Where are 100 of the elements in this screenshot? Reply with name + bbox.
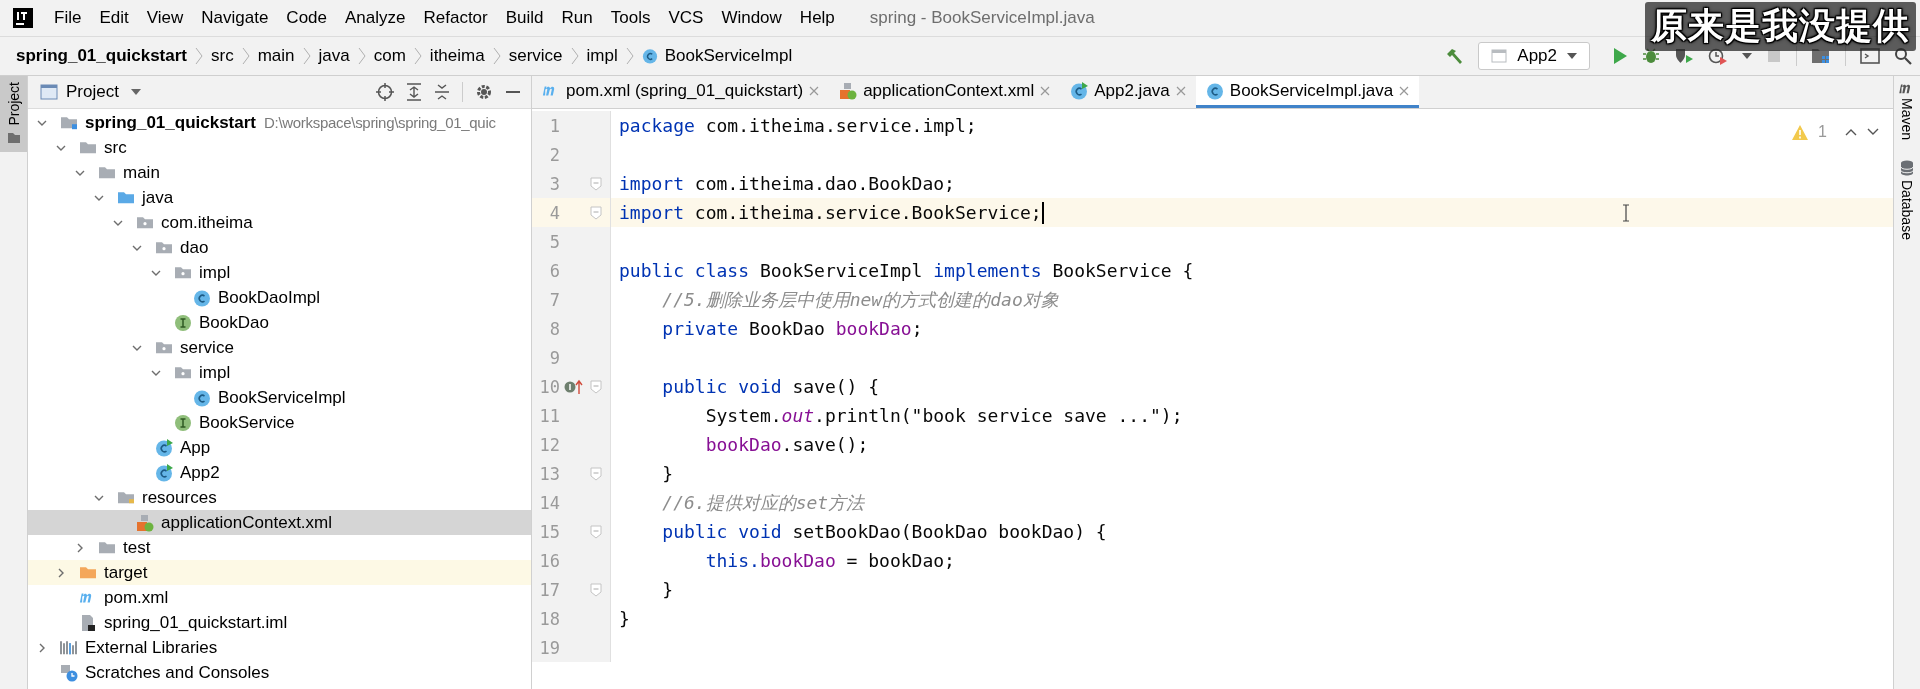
path-hint: D:\workspace\spring\spring_01_quic: [264, 114, 496, 131]
breadcrumb[interactable]: spring_01_quickstart: [16, 46, 187, 66]
tree-item[interactable]: dao: [28, 235, 531, 260]
tree-item[interactable]: App: [28, 435, 531, 460]
menu-item[interactable]: Analyze: [336, 8, 415, 28]
caret-down-icon[interactable]: [1742, 53, 1752, 59]
warning-count: 1: [1818, 123, 1827, 141]
close-icon[interactable]: [1040, 85, 1051, 96]
module-file-icon: [79, 613, 97, 632]
menu-item[interactable]: View: [137, 8, 193, 28]
tree-item[interactable]: target: [28, 560, 531, 585]
window-title: spring - BookServiceImpl.java: [869, 8, 1095, 28]
editor-tab[interactable]: App2.java: [1060, 76, 1196, 108]
panel-title[interactable]: Project: [66, 82, 119, 102]
tree-item[interactable]: BookDao: [28, 310, 531, 335]
close-icon[interactable]: [1399, 85, 1410, 96]
tree-item[interactable]: App2: [28, 460, 531, 485]
chevron-right-icon: [625, 46, 634, 66]
breadcrumb[interactable]: service: [508, 46, 563, 66]
tree-item[interactable]: spring_01_quickstart D:\workspace\spring\spring_01_quic: [28, 110, 531, 135]
tool-tab-label: Maven: [1899, 98, 1915, 141]
settings-icon[interactable]: [475, 83, 493, 101]
breadcrumb[interactable]: main: [257, 46, 295, 66]
menu-item[interactable]: File: [45, 8, 91, 28]
tree-item[interactable]: External Libraries: [28, 635, 531, 660]
collapse-all-icon[interactable]: [434, 83, 450, 101]
code-line: }: [661, 579, 674, 600]
close-icon[interactable]: [809, 85, 820, 96]
tree-item[interactable]: Scratches and Consoles: [28, 660, 531, 685]
menu-item[interactable]: Code: [277, 8, 336, 28]
tree-item[interactable]: BookDaoImpl: [28, 285, 531, 310]
expand-all-icon[interactable]: [406, 83, 422, 101]
chevron-down-icon[interactable]: [1867, 128, 1879, 136]
breadcrumb[interactable]: com: [373, 46, 406, 66]
menu-item[interactable]: Help: [790, 8, 844, 28]
package-icon: [174, 365, 192, 380]
tree-label: pom.xml: [104, 587, 169, 608]
tree-item[interactable]: applicationContext.xml: [28, 510, 531, 535]
tree-item[interactable]: BookService: [28, 410, 531, 435]
tree-label: dao: [180, 237, 209, 258]
tree-item[interactable]: spring_01_quickstart.iml: [28, 610, 531, 635]
fold-marker-icon[interactable]: [590, 176, 602, 191]
tree-item[interactable]: test: [28, 535, 531, 560]
caret-down-icon[interactable]: [130, 89, 141, 95]
tree-label: BookServiceImpl: [218, 387, 346, 408]
breadcrumb[interactable]: impl: [586, 46, 618, 66]
tree-label: applicationContext.xml: [161, 512, 333, 533]
menu-item[interactable]: Navigate: [192, 8, 278, 28]
interface-icon: [174, 413, 192, 432]
chevron-right-icon: [492, 46, 501, 66]
tree-item[interactable]: resources: [28, 485, 531, 510]
editor-tab[interactable]: applicationContext.xml: [829, 76, 1061, 108]
project-tool-tab[interactable]: Project: [0, 76, 27, 152]
locate-icon[interactable]: [376, 83, 394, 101]
chevron-up-icon[interactable]: [1845, 128, 1857, 136]
tree-item[interactable]: src: [28, 135, 531, 160]
line-number: 4: [548, 202, 560, 223]
warning-icon: [1792, 124, 1809, 140]
menu-item[interactable]: Window: [712, 8, 791, 28]
tree-item[interactable]: BookServiceImpl: [28, 385, 531, 410]
fold-marker-icon[interactable]: [590, 205, 602, 220]
code-line: System.out.println("book service save ...");: [704, 405, 1183, 426]
menu-item[interactable]: Tools: [601, 8, 660, 28]
code-line: package com.itheima.service.impl;: [619, 115, 977, 136]
package-icon: [136, 215, 154, 230]
menu-item[interactable]: Refactor: [414, 8, 497, 28]
close-icon[interactable]: [1175, 85, 1186, 96]
editor-tab[interactable]: pom.xml (spring_01_quickstart): [532, 76, 830, 108]
menu-item[interactable]: VCS: [659, 8, 713, 28]
tool-tab-label: Project: [5, 82, 22, 126]
breadcrumb[interactable]: BookServiceImpl: [664, 46, 793, 66]
spring-xml-icon: [136, 513, 154, 532]
code-line: }: [619, 608, 630, 629]
breadcrumb[interactable]: src: [211, 46, 234, 66]
tree-item[interactable]: service: [28, 335, 531, 360]
tree-item[interactable]: pom.xml: [28, 585, 531, 610]
run-icon[interactable]: [1612, 47, 1628, 65]
fold-marker-icon[interactable]: [590, 466, 602, 481]
tool-window-tab[interactable]: Maven: [1898, 82, 1916, 141]
tree-item[interactable]: com.itheima: [28, 210, 531, 235]
tree-item[interactable]: impl: [28, 360, 531, 385]
fold-marker-icon[interactable]: [590, 379, 602, 394]
fold-marker-icon[interactable]: [590, 524, 602, 539]
chevron-right-icon: [241, 46, 250, 66]
run-configuration-dropdown[interactable]: App2: [1478, 42, 1590, 70]
fold-marker-icon[interactable]: [590, 582, 602, 597]
tree-item[interactable]: main: [28, 160, 531, 185]
menu-item[interactable]: Run: [552, 8, 602, 28]
menu-item[interactable]: Edit: [90, 8, 138, 28]
tree-item[interactable]: java: [28, 185, 531, 210]
tool-window-tab[interactable]: Database: [1899, 160, 1915, 240]
tree-label: main: [123, 162, 160, 183]
line-number: 1: [548, 115, 560, 136]
breadcrumb[interactable]: itheima: [429, 46, 485, 66]
menu-item[interactable]: Build: [496, 8, 553, 28]
tab-label: applicationContext.xml: [863, 80, 1035, 101]
breadcrumb[interactable]: java: [318, 46, 350, 66]
editor-tab[interactable]: BookServiceImpl.java: [1195, 76, 1420, 108]
code-line: //6.提供对应的set方法: [661, 490, 865, 515]
tree-item[interactable]: impl: [28, 260, 531, 285]
